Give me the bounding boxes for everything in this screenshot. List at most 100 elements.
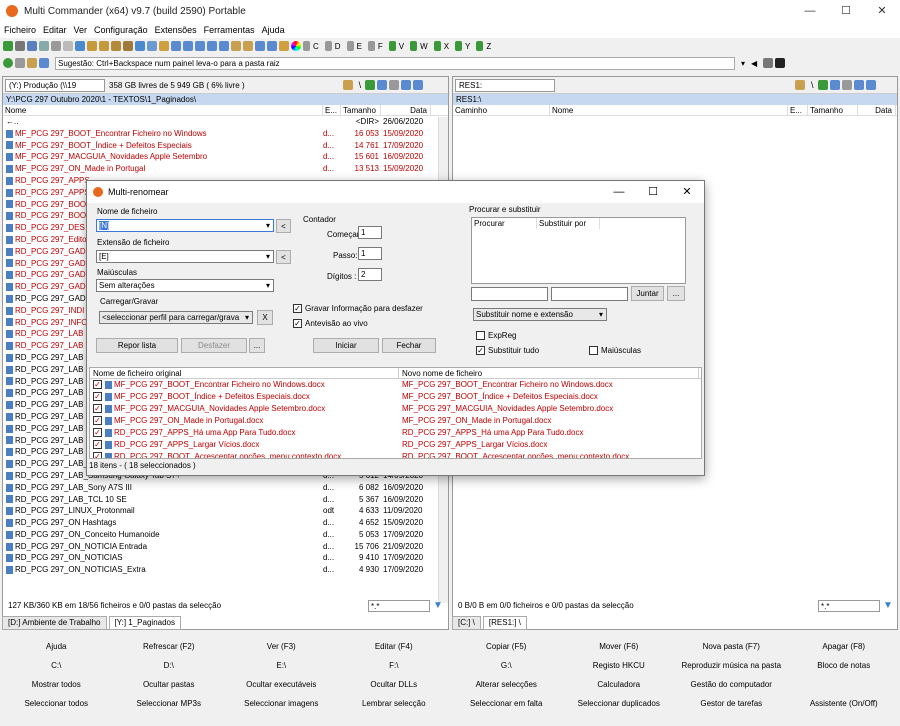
- function-button[interactable]: Nova pasta (F7): [675, 637, 788, 656]
- extension-insert-button[interactable]: <: [276, 250, 291, 264]
- undo-button[interactable]: Desfazer: [181, 338, 247, 353]
- function-button[interactable]: Lembrar selecção: [338, 694, 451, 713]
- history-icon[interactable]: [39, 58, 49, 68]
- forward-icon[interactable]: [15, 58, 25, 68]
- dialog-close-button[interactable]: ✕: [670, 181, 704, 203]
- right-root-icon[interactable]: \: [811, 80, 814, 90]
- profile-dropdown-icon[interactable]: ▾: [244, 312, 252, 323]
- right-path[interactable]: RES1:\: [453, 94, 897, 105]
- row-checkbox[interactable]: ✓: [93, 380, 102, 390]
- root-icon[interactable]: \: [359, 80, 362, 90]
- rename-row[interactable]: ✓ RD_PCG 297_APPS_Há uma App Para Tudo.do…: [90, 427, 701, 439]
- replace-input[interactable]: [551, 287, 628, 301]
- drive-x-icon[interactable]: [433, 41, 441, 51]
- paste-icon[interactable]: [39, 41, 49, 51]
- drive-e-label[interactable]: E: [357, 42, 362, 51]
- drive-z-icon[interactable]: [476, 41, 484, 51]
- col-data[interactable]: Data: [381, 105, 431, 115]
- command-input[interactable]: [55, 56, 735, 70]
- settings-icon[interactable]: [255, 41, 265, 51]
- refresh-icon[interactable]: [3, 41, 13, 51]
- rename-row[interactable]: ✓ RD_PCG 297_APPS_Largar Vícios.docx RD_PC…: [90, 439, 701, 451]
- dialog-minimize-button[interactable]: —: [602, 181, 636, 203]
- rename-row[interactable]: ✓ MF_PCG 297_MACGUIA_Novidades Apple Sete…: [90, 403, 701, 415]
- right-swap-icon[interactable]: [829, 80, 840, 90]
- extension-dropdown-icon[interactable]: ▾: [266, 251, 273, 262]
- tab-c-root[interactable]: [C:] \: [452, 616, 481, 630]
- tab-paginados[interactable]: [Y:] 1_Paginados: [108, 616, 181, 630]
- row-checkbox[interactable]: ✓: [93, 416, 102, 426]
- row-checkbox[interactable]: ✓: [93, 404, 102, 414]
- function-button[interactable]: C:\: [0, 656, 113, 675]
- function-button[interactable]: Editar (F4): [338, 637, 451, 656]
- col-ext[interactable]: E...: [323, 105, 341, 115]
- function-button[interactable]: D:\: [113, 656, 226, 675]
- file-row[interactable]: RD_PCG 297_ON_NOTICIA Entrada d... 15 706 2…: [3, 541, 448, 553]
- file-row[interactable]: RD_PCG 297_LINUX_Protonmail odt 4 633 11/09…: [3, 505, 448, 517]
- function-button[interactable]: Seleccionar duplicados: [563, 694, 676, 713]
- left-path[interactable]: Y:\PCG 297 Outubro 2020\1 - TEXTOS\1_Pag…: [3, 94, 448, 105]
- drive-v-icon[interactable]: [388, 41, 396, 51]
- network-icon[interactable]: [183, 41, 193, 51]
- function-button[interactable]: Ocultar pastas: [113, 675, 226, 694]
- counter-step-input[interactable]: 1: [358, 247, 382, 260]
- compare-icon[interactable]: [207, 41, 217, 51]
- menu-extensoes[interactable]: Extensões: [155, 25, 197, 35]
- more-options-button[interactable]: ...: [249, 338, 265, 353]
- drive-w-label[interactable]: W: [420, 42, 428, 51]
- chevron-down-icon[interactable]: ▾: [741, 59, 745, 68]
- function-button[interactable]: Mover (F6): [563, 637, 676, 656]
- file-row[interactable]: RD_PCG 297_ON Hashtags d... 4 652 15/09/202…: [3, 517, 448, 529]
- right-filter-input[interactable]: *.*: [818, 600, 880, 612]
- regex-checkbox[interactable]: ExpReg: [476, 331, 516, 341]
- menu-ajuda[interactable]: Ajuda: [262, 25, 285, 35]
- dialog-maximize-button[interactable]: ☐: [636, 181, 670, 203]
- left-filter-input[interactable]: *.*: [368, 600, 430, 612]
- row-checkbox[interactable]: ✓: [93, 452, 102, 458]
- home-icon[interactable]: [27, 58, 37, 68]
- back-icon[interactable]: [3, 58, 13, 68]
- explorer-icon[interactable]: [75, 41, 85, 51]
- file-row[interactable]: RD_PCG 297_LAB_Sony A7S III d... 6 082 16/0…: [3, 482, 448, 494]
- counter-digits-input[interactable]: 2: [358, 268, 382, 281]
- file-row[interactable]: MF_PCG 297_BOOT_Encontrar Ficheiro no Wi…: [3, 128, 448, 140]
- right-filter-icon[interactable]: ▼: [883, 600, 893, 611]
- function-button[interactable]: Gestão do computador: [675, 675, 788, 694]
- rename-row[interactable]: ✓ MF_PCG 297_BOOT_Índice + Defeitos Espec…: [90, 391, 701, 403]
- save-undo-checkbox[interactable]: ✓ Gravar Informação para desfazer: [293, 304, 423, 314]
- menu-ver[interactable]: Ver: [74, 25, 88, 35]
- detail-view-icon[interactable]: [413, 80, 424, 90]
- col-tamanho-right[interactable]: Tamanho: [808, 105, 858, 115]
- pack-icon[interactable]: [87, 41, 97, 51]
- function-button[interactable]: Refrescar (F2): [113, 637, 226, 656]
- col-nome-right[interactable]: Nome: [550, 105, 788, 115]
- function-button[interactable]: Apagar (F8): [788, 637, 900, 656]
- file-row[interactable]: ←.. <DIR> 26/06/2020: [3, 116, 448, 128]
- filename-dropdown-icon[interactable]: ▾: [266, 220, 273, 231]
- function-button[interactable]: Seleccionar imagens: [225, 694, 338, 713]
- right-tools-icon[interactable]: [841, 80, 852, 90]
- function-button[interactable]: Ajuda: [0, 637, 113, 656]
- menu-editar[interactable]: Editar: [43, 25, 67, 35]
- function-button[interactable]: E:\: [225, 656, 338, 675]
- folder-up-icon[interactable]: [342, 80, 353, 90]
- menu-configuracao[interactable]: Configuração: [94, 25, 148, 35]
- search-icon[interactable]: [219, 41, 229, 51]
- extension-input[interactable]: [E] ▾: [96, 250, 274, 263]
- counter-start-input[interactable]: 1: [358, 226, 382, 239]
- up-icon[interactable]: [365, 80, 376, 90]
- file-row[interactable]: RD_PCG 297_ON_Conceito Humanoide d... 5 05…: [3, 529, 448, 541]
- file-row[interactable]: RD_PCG 297_ON_NOTICIAS d... 9 410 17/09/202…: [3, 552, 448, 564]
- reset-list-button[interactable]: Repor lista: [96, 338, 178, 353]
- file-row[interactable]: RD_PCG 297_LAB_TCL 10 SE d... 5 367 16/09/2…: [3, 494, 448, 506]
- close-button[interactable]: ✕: [864, 0, 900, 22]
- color-wheel-icon[interactable]: [291, 41, 301, 51]
- function-button[interactable]: Ver (F3): [225, 637, 338, 656]
- col-data-right[interactable]: Data: [858, 105, 896, 115]
- new-name-column[interactable]: Novo nome de ficheiro: [399, 368, 699, 378]
- join-button[interactable]: Juntar: [631, 286, 664, 301]
- replace-mode-dropdown-icon[interactable]: ▾: [599, 309, 606, 320]
- case-select[interactable]: Sem alterações ▾: [96, 279, 274, 292]
- archive-icon[interactable]: [111, 41, 121, 51]
- tools-icon[interactable]: [389, 80, 400, 90]
